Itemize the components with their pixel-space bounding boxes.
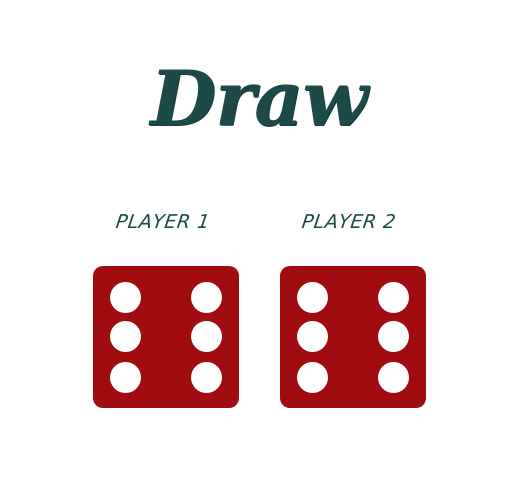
player-2-die <box>280 266 426 408</box>
die-pip <box>297 282 328 313</box>
player-1-label: PLAYER 1 <box>114 211 212 233</box>
die-pip <box>110 282 141 313</box>
die-pip <box>191 282 222 313</box>
player-1-die <box>93 266 239 408</box>
die-pip <box>191 321 222 352</box>
player-2-label: PLAYER 2 <box>300 211 398 233</box>
die-pip <box>297 321 328 352</box>
die-pip <box>191 362 222 393</box>
die-pip <box>378 282 409 313</box>
die-pip <box>110 321 141 352</box>
die-pip <box>297 362 328 393</box>
die-pip <box>378 321 409 352</box>
die-pip <box>378 362 409 393</box>
result-title: Draw <box>150 54 368 143</box>
die-pip <box>110 362 141 393</box>
